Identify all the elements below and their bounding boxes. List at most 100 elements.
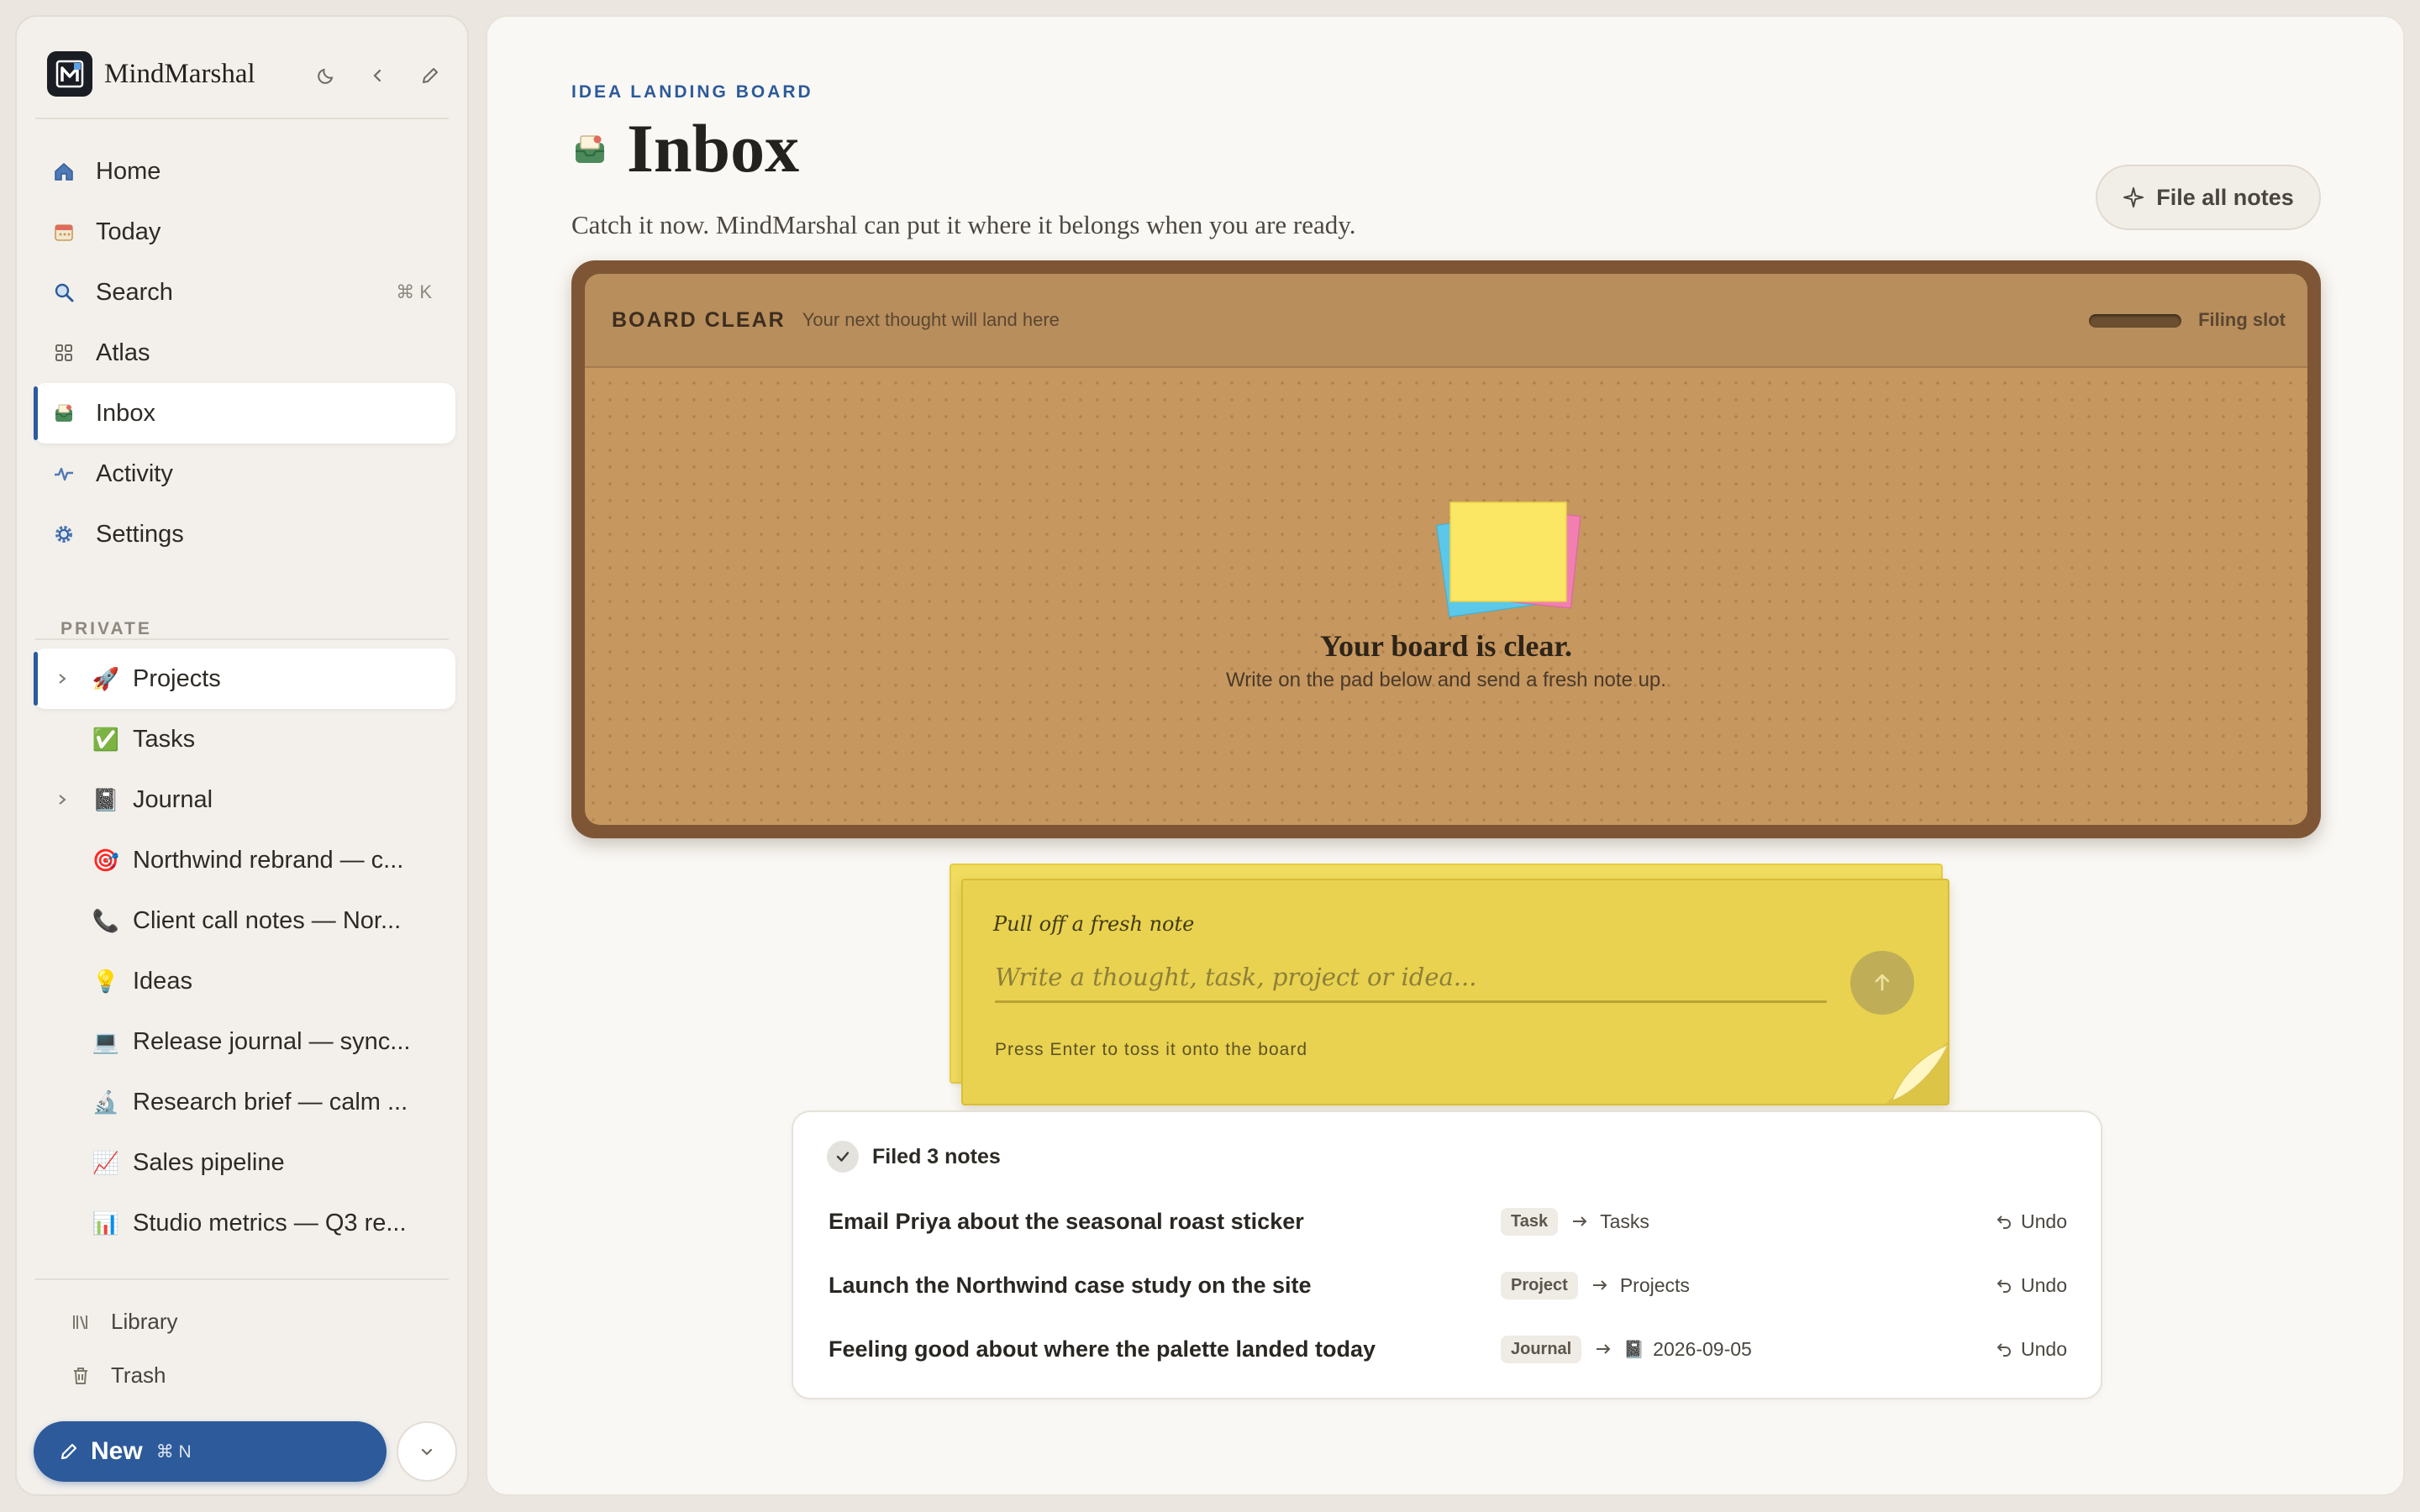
calendar-icon — [52, 220, 76, 244]
page-label: Northwind rebrand — c... — [133, 846, 404, 874]
nav-inbox[interactable]: Inbox — [34, 383, 455, 444]
undo-label: Undo — [2021, 1210, 2067, 1232]
page-tasks[interactable]: ✅ Tasks — [34, 709, 455, 769]
type-chip: Project — [1501, 1271, 1578, 1299]
empty-state-title: Your board is clear. — [1319, 629, 1573, 663]
trash-icon — [69, 1364, 92, 1388]
app-name: MindMarshal — [104, 58, 255, 89]
page-journal[interactable]: 📓 Journal — [34, 769, 455, 830]
nav-today[interactable]: Today — [34, 202, 455, 262]
destination-label: 2026-09-05 — [1653, 1337, 1752, 1360]
undo-button[interactable]: Undo — [1996, 1274, 2067, 1297]
page-label: Projects — [133, 664, 221, 692]
undo-button[interactable]: Undo — [1996, 1338, 2067, 1361]
nav-activity[interactable]: Activity — [34, 444, 455, 504]
page-projects[interactable]: 🚀 Projects — [34, 648, 455, 709]
sticky-notes-icon — [1435, 501, 1581, 617]
nav-settings[interactable]: Settings — [34, 504, 455, 564]
home-icon — [52, 160, 76, 183]
board-hint: Your next thought will land here — [802, 309, 1060, 330]
destination-label: Projects — [1619, 1273, 1690, 1296]
page-subtitle: Catch it now. MindMarshal can put it whe… — [571, 210, 1356, 239]
filed-row: Launch the Northwind case study on the s… — [829, 1268, 2067, 1302]
notebook-icon: 📓 — [92, 786, 120, 812]
sidebar: MindMarshal Home Today Search ⌘ K Atlas … — [15, 15, 469, 1496]
filed-note-text: Feeling good about where the palette lan… — [829, 1336, 1376, 1362]
brand[interactable]: MindMarshal — [47, 50, 255, 97]
search-icon — [52, 281, 76, 304]
empty-state-subtitle: Write on the pad below and send a fresh … — [1226, 669, 1666, 691]
pad-hint: Press Enter to toss it onto the board — [995, 1040, 1308, 1059]
note-input[interactable] — [995, 953, 1827, 1003]
inbox-icon — [576, 135, 604, 163]
notebook-icon: 📓 — [1623, 1340, 1645, 1359]
page-studio-metrics[interactable]: 📊 Studio metrics — Q3 re... — [34, 1193, 455, 1253]
filed-note-text: Email Priya about the seasonal roast sti… — [829, 1208, 1304, 1234]
board-header: BOARD CLEAR Your next thought will land … — [585, 274, 2307, 368]
page-label: Release journal — sync... — [133, 1027, 411, 1055]
laptop-icon: 💻 — [92, 1028, 120, 1054]
library-label: Library — [111, 1309, 178, 1334]
new-page-button[interactable]: New ⌘ N — [34, 1421, 387, 1482]
filing-slot — [2089, 314, 2181, 328]
undo-icon — [1996, 1279, 2011, 1293]
rocket-icon: 🚀 — [92, 665, 120, 691]
nav-label: Inbox — [96, 399, 155, 427]
cork-surface: BOARD CLEAR Your next thought will land … — [585, 274, 2307, 825]
divider — [35, 1278, 449, 1280]
filing-slot-label: Filing slot — [2198, 309, 2286, 330]
inbox-icon — [52, 402, 76, 425]
page-ideas[interactable]: 💡 Ideas — [34, 951, 455, 1011]
divider — [35, 118, 449, 119]
check-icon — [827, 1141, 859, 1173]
filed-destination: Journal 📓 2026-09-05 — [1501, 1335, 1752, 1363]
sidebar-tools — [314, 64, 442, 87]
new-options-button[interactable] — [397, 1421, 457, 1482]
undo-icon — [1996, 1343, 2011, 1357]
collapse-sidebar-icon[interactable] — [366, 64, 390, 87]
filed-heading: Filed 3 notes — [872, 1144, 1001, 1168]
page-release-journal[interactable]: 💻 Release journal — sync... — [34, 1011, 455, 1072]
destination-label: Tasks — [1600, 1210, 1649, 1232]
page-client-call-notes[interactable]: 📞 Client call notes — Nor... — [34, 890, 455, 951]
nav-home[interactable]: Home — [34, 141, 455, 202]
undo-button[interactable]: Undo — [1996, 1210, 2067, 1233]
chevron-right-icon[interactable] — [55, 672, 69, 685]
new-button-label: New — [91, 1437, 143, 1465]
page-label: Research brief — calm ... — [133, 1088, 408, 1116]
nav-label: Today — [96, 218, 161, 245]
phone-icon: 📞 — [92, 907, 120, 933]
page-label: Client call notes — Nor... — [133, 906, 402, 934]
page-northwind-rebrand[interactable]: 🎯 Northwind rebrand — c... — [34, 830, 455, 890]
library-link[interactable]: Library — [69, 1309, 177, 1335]
idea-board: BOARD CLEAR Your next thought will land … — [571, 260, 2321, 838]
dark-mode-icon[interactable] — [314, 64, 338, 87]
page-label: Journal — [133, 785, 213, 813]
undo-label: Undo — [2021, 1337, 2067, 1360]
microscope-icon: 🔬 — [92, 1089, 120, 1115]
undo-label: Undo — [2021, 1273, 2067, 1296]
page-label: Studio metrics — Q3 re... — [133, 1209, 407, 1236]
arrow-right-icon — [1591, 1278, 1608, 1292]
trash-link[interactable]: Trash — [69, 1362, 166, 1389]
filed-row: Email Priya about the seasonal roast sti… — [829, 1205, 2067, 1238]
edit-icon[interactable] — [418, 64, 442, 87]
page-sales-pipeline[interactable]: 📈 Sales pipeline — [34, 1132, 455, 1193]
page-label: Ideas — [133, 967, 192, 995]
chevron-right-icon[interactable] — [55, 793, 69, 806]
board-status: BOARD CLEAR — [612, 307, 786, 332]
file-all-label: File all notes — [2156, 184, 2294, 210]
filed-notes-panel: Filed 3 notes Email Priya about the seas… — [792, 1110, 2102, 1399]
trash-label: Trash — [111, 1362, 166, 1388]
page-research-brief[interactable]: 🔬 Research brief — calm ... — [34, 1072, 455, 1132]
search-shortcut: ⌘ K — [396, 281, 432, 302]
type-chip: Task — [1501, 1207, 1559, 1236]
type-chip: Journal — [1501, 1335, 1582, 1363]
target-icon: 🎯 — [92, 847, 120, 873]
send-note-button[interactable] — [1850, 951, 1914, 1015]
new-button-shortcut: ⌘ N — [155, 1441, 192, 1462]
file-all-notes-button[interactable]: File all notes — [2096, 165, 2321, 230]
nav-search[interactable]: Search ⌘ K — [34, 262, 455, 323]
nav-atlas[interactable]: Atlas — [34, 323, 455, 383]
arrow-right-icon — [1595, 1342, 1612, 1356]
